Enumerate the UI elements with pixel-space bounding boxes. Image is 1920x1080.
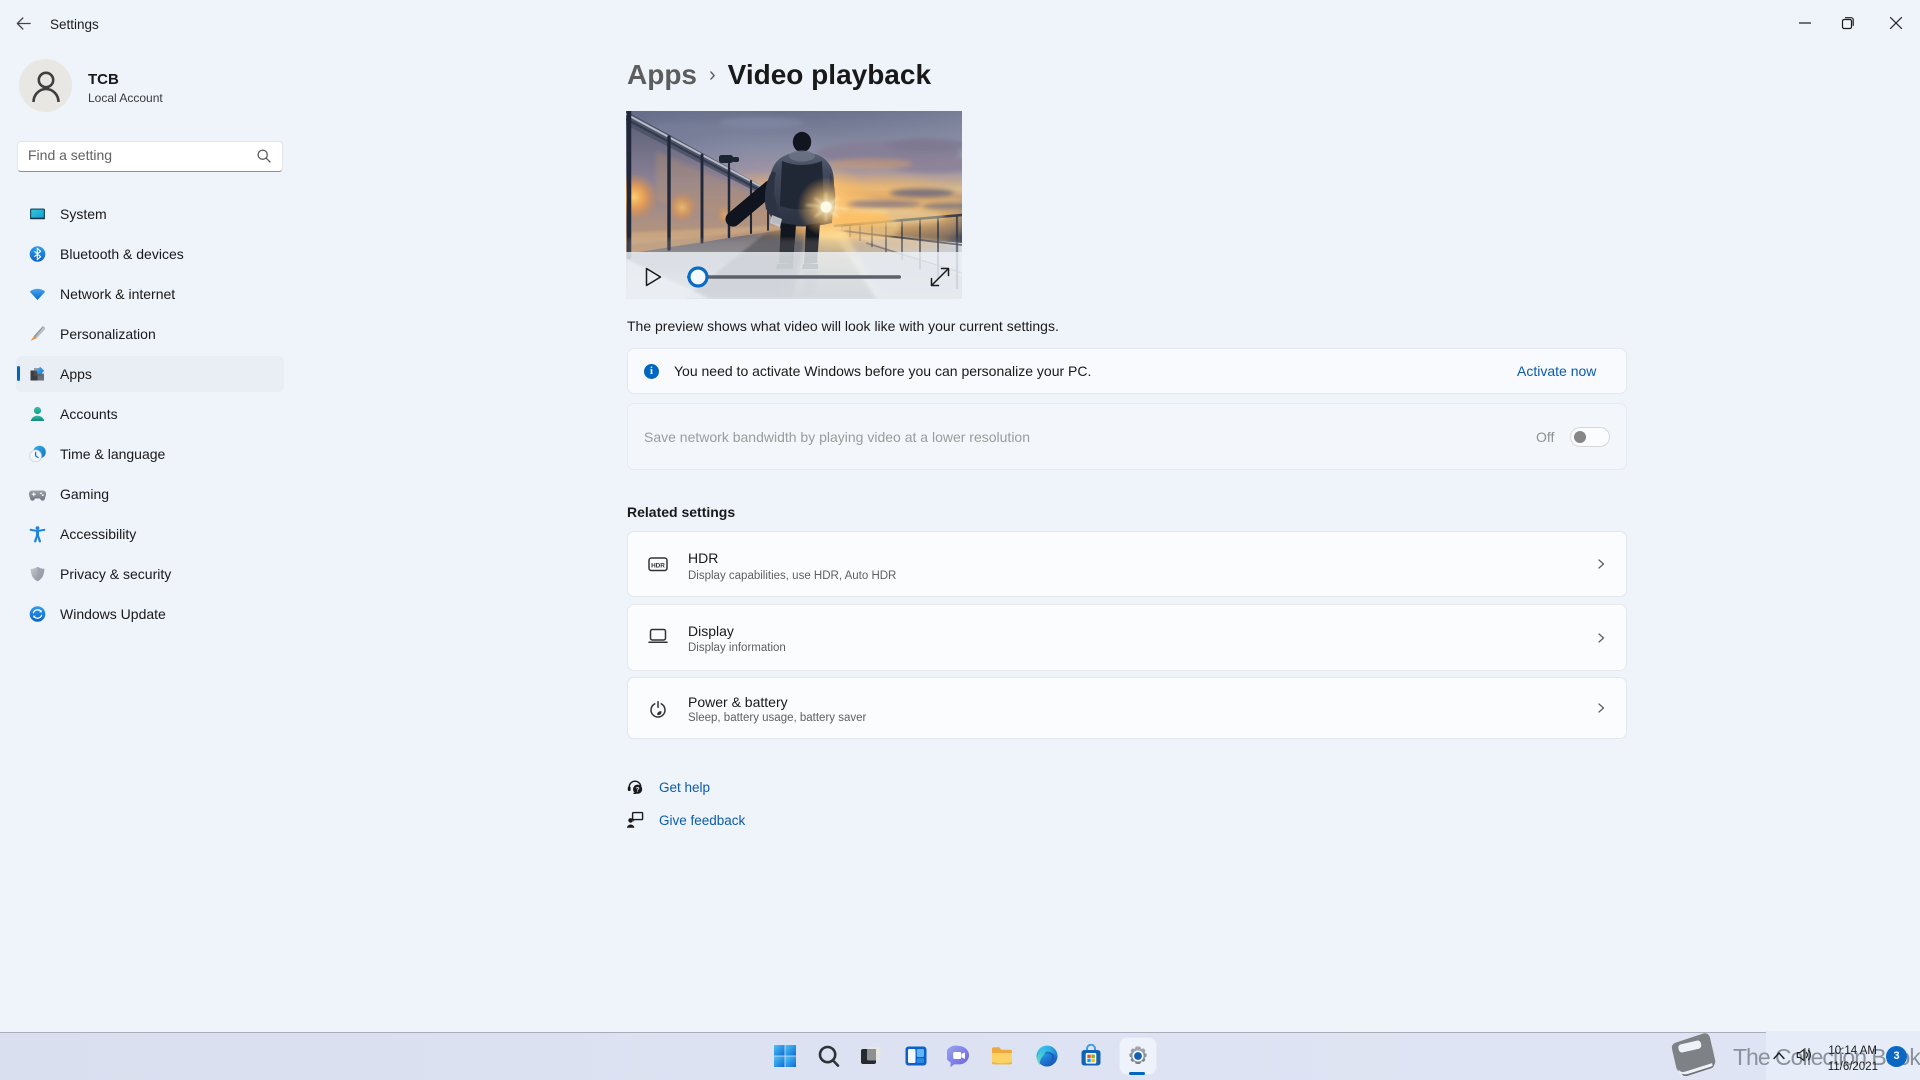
svg-text:HDR: HDR bbox=[651, 562, 665, 569]
